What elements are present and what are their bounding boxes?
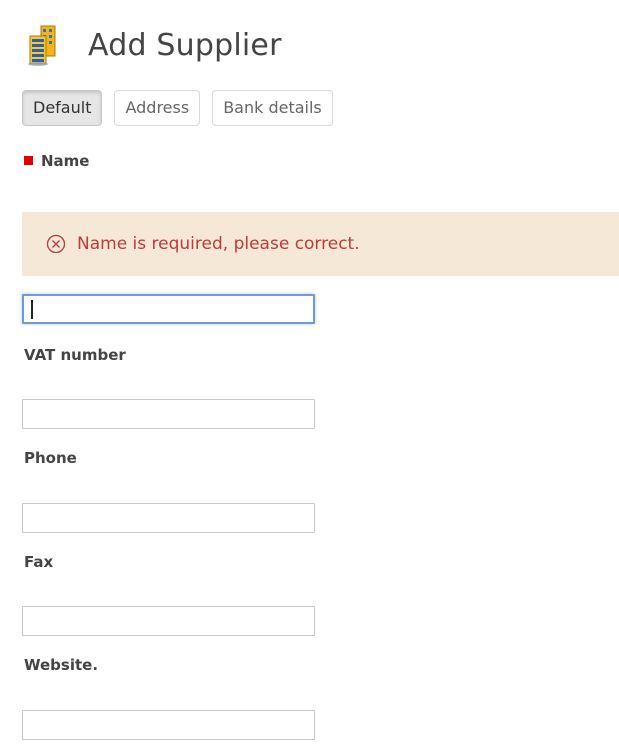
phone-field[interactable] [22,503,315,533]
website-label: Website. [24,656,99,674]
vat-number-label: VAT number [24,346,126,364]
tab-bar: Default Address Bank details [22,90,333,126]
validation-error-alert: Name is required, please correct. [22,212,619,276]
page-header: Add Supplier [26,24,282,66]
page-title: Add Supplier [88,27,282,63]
name-field[interactable] [22,294,315,324]
alert-message: Name is required, please correct. [77,234,360,254]
tab-bank-details[interactable]: Bank details [212,90,333,126]
vat-number-field[interactable] [22,399,315,429]
name-label: Name [41,152,90,170]
tab-address[interactable]: Address [114,90,201,126]
tab-default[interactable]: Default [22,90,103,126]
text-caret [31,300,33,319]
required-marker [24,156,33,165]
supplier-buildings-icon [28,25,56,66]
add-supplier-page: Add Supplier Default Address Bank detail… [0,0,619,752]
phone-label: Phone [24,449,77,467]
fax-label: Fax [24,553,54,571]
fax-field[interactable] [22,606,315,636]
website-field[interactable] [22,710,315,740]
name-label-row: Name [24,152,89,170]
error-circle-x-icon [46,234,66,254]
